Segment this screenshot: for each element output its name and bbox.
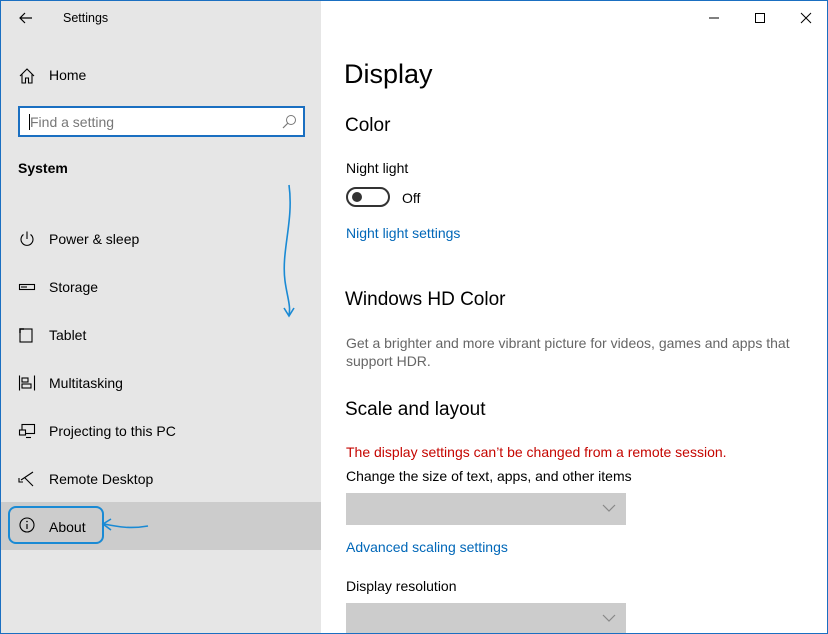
search-box[interactable] xyxy=(18,106,305,137)
close-icon xyxy=(800,12,812,23)
settings-window: Settings Home System Power & sleep xyxy=(0,0,828,634)
back-arrow-icon xyxy=(19,12,32,24)
maximize-button[interactable] xyxy=(737,1,783,34)
color-heading: Color xyxy=(345,115,391,136)
night-light-toggle[interactable] xyxy=(346,187,390,207)
section-title: System xyxy=(18,160,68,176)
sidebar-item-label: Remote Desktop xyxy=(49,471,154,487)
title-bar: Settings xyxy=(1,1,321,35)
nav-home[interactable]: Home xyxy=(1,59,321,91)
text-size-label: Change the size of text, apps, and other… xyxy=(346,468,632,484)
close-button[interactable] xyxy=(783,1,827,34)
storage-icon xyxy=(18,283,36,291)
maximize-icon xyxy=(755,12,765,23)
multitasking-icon xyxy=(18,375,36,391)
search-input[interactable] xyxy=(30,112,270,132)
app-title: Settings xyxy=(63,11,109,25)
night-light-settings-link[interactable]: Night light settings xyxy=(346,225,460,241)
resolution-label: Display resolution xyxy=(346,578,457,594)
night-light-label: Night light xyxy=(346,160,409,176)
sidebar-item-label: About xyxy=(49,519,86,535)
hd-color-heading: Windows HD Color xyxy=(345,289,506,310)
sidebar-item-label: Power & sleep xyxy=(49,231,140,247)
night-light-state: Off xyxy=(402,190,421,206)
sidebar-item-about[interactable]: About xyxy=(1,502,321,550)
sidebar-item-power-sleep[interactable]: Power & sleep xyxy=(1,215,321,263)
chevron-down-icon xyxy=(602,504,616,512)
tablet-icon xyxy=(19,328,33,343)
sidebar-item-tablet[interactable]: Tablet xyxy=(1,311,321,359)
minimize-icon xyxy=(709,17,719,18)
text-size-dropdown[interactable] xyxy=(346,493,626,525)
remote-desktop-icon xyxy=(18,471,34,487)
projecting-icon xyxy=(18,423,36,439)
power-icon xyxy=(20,231,34,246)
scale-layout-heading: Scale and layout xyxy=(345,399,486,420)
sidebar-item-storage[interactable]: Storage xyxy=(1,263,321,311)
back-button[interactable] xyxy=(11,5,41,31)
page-title: Display xyxy=(344,59,433,89)
sidebar-item-label: Storage xyxy=(49,279,99,295)
hd-color-description: Get a brighter and more vibrant picture … xyxy=(346,335,790,369)
search-icon xyxy=(282,115,296,129)
sidebar-item-projecting[interactable]: Projecting to this PC xyxy=(1,407,321,455)
sidebar-item-label: Projecting to this PC xyxy=(49,423,176,439)
sidebar: Settings Home System Power & sleep xyxy=(1,1,321,633)
resolution-dropdown[interactable] xyxy=(346,603,626,633)
main-content: Display Color Night light Off Night ligh… xyxy=(321,1,827,633)
sidebar-item-label: Multitasking xyxy=(49,375,123,391)
info-icon xyxy=(19,517,35,533)
sidebar-item-multitasking[interactable]: Multitasking xyxy=(1,359,321,407)
remote-session-warning: The display settings can’t be changed fr… xyxy=(346,444,727,460)
home-icon xyxy=(19,68,35,84)
chevron-down-icon xyxy=(602,614,616,622)
minimize-button[interactable] xyxy=(691,1,737,34)
toggle-knob xyxy=(352,192,362,202)
advanced-scaling-link[interactable]: Advanced scaling settings xyxy=(346,539,508,555)
sidebar-item-label: Tablet xyxy=(49,327,87,343)
sidebar-item-remote-desktop[interactable]: Remote Desktop xyxy=(1,455,321,503)
nav-home-label: Home xyxy=(49,67,87,83)
